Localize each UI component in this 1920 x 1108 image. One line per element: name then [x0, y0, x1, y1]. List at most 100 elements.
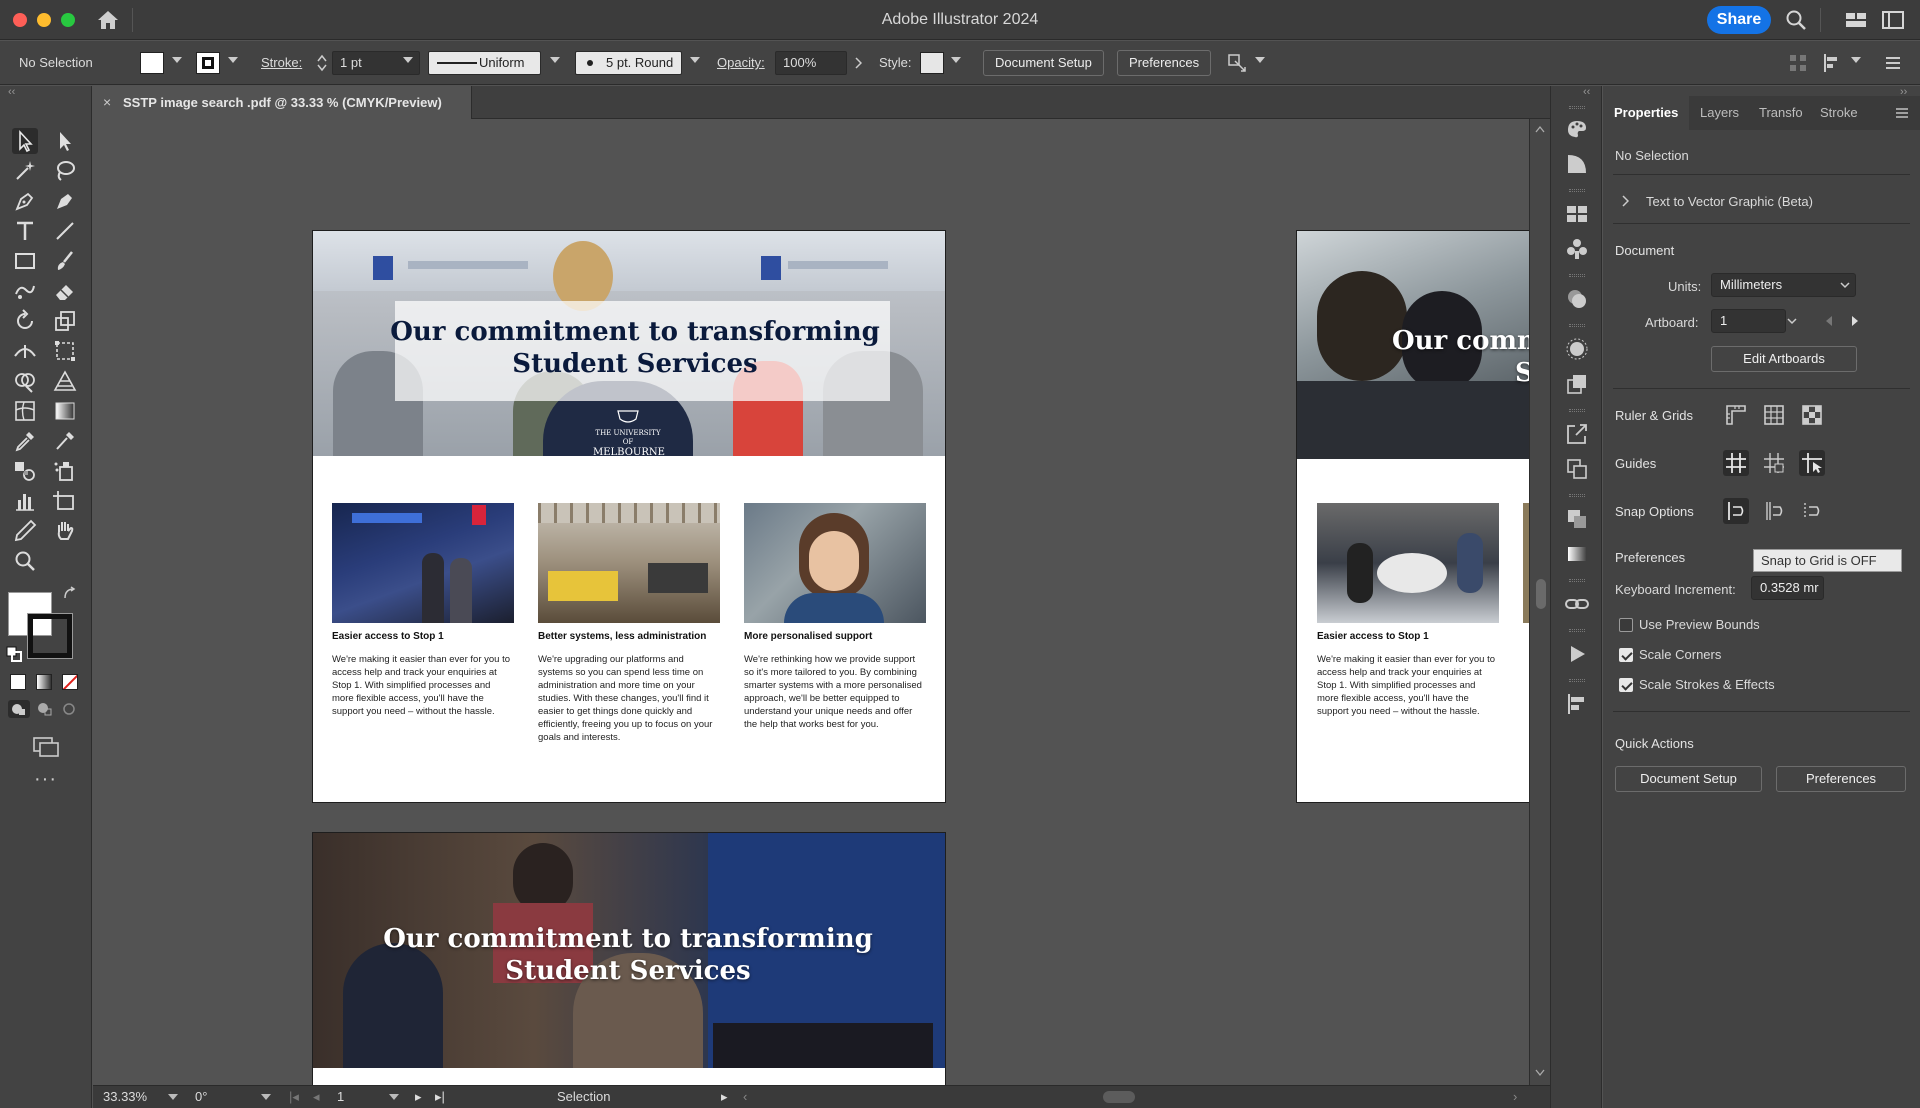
- menu-list-icon[interactable]: [1884, 54, 1902, 72]
- stroke-weight-input[interactable]: 1 pt: [332, 51, 420, 75]
- text-to-vector-section[interactable]: Text to Vector Graphic (Beta): [1646, 194, 1813, 209]
- chevron-down-icon[interactable]: [389, 1094, 399, 1100]
- hand-tool-icon[interactable]: [52, 518, 78, 544]
- artboard-number[interactable]: 1: [337, 1086, 344, 1108]
- default-colors-icon[interactable]: [6, 646, 22, 662]
- chevron-down-icon[interactable]: [228, 57, 238, 63]
- tab-transform[interactable]: Transfo: [1759, 96, 1803, 130]
- chevron-down-icon[interactable]: [172, 57, 182, 63]
- gradient-tool-icon[interactable]: [52, 398, 78, 424]
- scrollbar-thumb[interactable]: [1536, 579, 1546, 609]
- grip-icon[interactable]: [1569, 189, 1585, 192]
- close-window-button[interactable]: [13, 13, 27, 27]
- use-preview-bounds-checkbox[interactable]: [1619, 618, 1633, 632]
- minimize-window-button[interactable]: [37, 13, 51, 27]
- grip-icon[interactable]: [1569, 629, 1585, 632]
- shape-builder-tool-icon[interactable]: [12, 368, 38, 394]
- chevron-down-icon[interactable]: [261, 1094, 271, 1100]
- chevron-right-icon[interactable]: [854, 57, 862, 69]
- stroke-label[interactable]: Stroke:: [261, 41, 302, 85]
- chevron-down-icon[interactable]: [1840, 282, 1850, 289]
- width-tool-icon[interactable]: [12, 338, 38, 364]
- selection-tool-icon[interactable]: [12, 128, 38, 154]
- blend-tool-icon[interactable]: [12, 458, 38, 484]
- align-panel-icon[interactable]: [1564, 691, 1590, 717]
- zoom-tool-icon[interactable]: [12, 548, 38, 574]
- color-guide-icon[interactable]: [1564, 151, 1590, 177]
- curvature-tool-icon[interactable]: [52, 188, 78, 214]
- magic-wand-tool-icon[interactable]: [12, 158, 38, 184]
- home-icon[interactable]: [97, 10, 119, 30]
- grip-icon[interactable]: [1569, 679, 1585, 682]
- preferences-button[interactable]: Preferences: [1117, 50, 1212, 76]
- stepper-icon[interactable]: [316, 53, 328, 73]
- gradient-mode-icon[interactable]: [36, 674, 52, 690]
- graphic-styles-icon[interactable]: [1564, 371, 1590, 397]
- rectangle-tool-icon[interactable]: [12, 248, 38, 274]
- scale-strokes-effects-label[interactable]: Scale Strokes & Effects: [1639, 677, 1775, 692]
- use-preview-bounds-label[interactable]: Use Preview Bounds: [1639, 617, 1760, 632]
- grip-icon[interactable]: [1569, 409, 1585, 412]
- tab-layers[interactable]: Layers: [1700, 96, 1739, 130]
- snap-to-point-icon[interactable]: [1723, 498, 1749, 524]
- chevron-down-icon[interactable]: [1255, 57, 1265, 63]
- status-menu-icon[interactable]: ▸: [721, 1086, 728, 1108]
- prev-artboard-icon[interactable]: [1825, 316, 1833, 326]
- keyboard-increment-input[interactable]: 0.3528 mr: [1751, 576, 1824, 600]
- align-icon[interactable]: [1822, 53, 1842, 73]
- opacity-label[interactable]: Opacity:: [717, 41, 765, 85]
- column-graph-tool-icon[interactable]: [12, 488, 38, 514]
- chevron-down-icon[interactable]: [1787, 318, 1797, 325]
- swatches-icon[interactable]: [1564, 201, 1590, 227]
- draw-behind-icon[interactable]: [34, 700, 56, 718]
- rotation-value[interactable]: 0°: [195, 1086, 207, 1108]
- grip-icon[interactable]: [1569, 324, 1585, 327]
- zoom-level[interactable]: 33.33%: [103, 1086, 147, 1108]
- arrange-icon[interactable]: [1226, 52, 1248, 74]
- rotate-tool-icon[interactable]: [12, 308, 38, 334]
- chevron-down-icon[interactable]: [403, 57, 413, 63]
- chevron-down-icon[interactable]: [690, 57, 700, 63]
- artboard-2[interactable]: Our comm St Easier access to Stop 1 We'r…: [1297, 231, 1529, 802]
- document-tab[interactable]: × SSTP image search .pdf @ 33.33 % (CMYK…: [93, 86, 472, 119]
- export-icon[interactable]: [1564, 421, 1590, 447]
- tab-properties[interactable]: Properties: [1603, 96, 1689, 130]
- gradient-icon[interactable]: [1564, 541, 1590, 567]
- scroll-left-icon[interactable]: ‹: [743, 1086, 747, 1108]
- free-transform-tool-icon[interactable]: [52, 338, 78, 364]
- artboard-3[interactable]: Our commitment to transforming Student S…: [313, 833, 945, 1085]
- more-tools-icon[interactable]: ···: [34, 769, 57, 789]
- chevron-down-icon[interactable]: [550, 57, 560, 63]
- chevron-down-icon[interactable]: [1851, 57, 1861, 63]
- close-tab-icon[interactable]: ×: [103, 86, 111, 119]
- lasso-tool-icon[interactable]: [52, 158, 78, 184]
- lock-guides-icon[interactable]: [1761, 450, 1787, 476]
- next-artboard-icon[interactable]: [1851, 316, 1859, 326]
- brush-dropdown[interactable]: 5 pt. Round: [575, 51, 682, 75]
- direct-selection-tool-icon[interactable]: [52, 128, 78, 154]
- grid-icon[interactable]: [1761, 402, 1787, 428]
- pen-tool-icon[interactable]: [12, 188, 38, 214]
- horizontal-scrollbar-thumb[interactable]: [1103, 1091, 1135, 1103]
- none-mode-icon[interactable]: [62, 674, 78, 690]
- vertical-scrollbar[interactable]: [1529, 119, 1550, 1085]
- grip-icon[interactable]: [1569, 274, 1585, 277]
- workspace-switcher-icon[interactable]: [1845, 9, 1867, 31]
- scale-strokes-effects-checkbox[interactable]: [1619, 678, 1633, 692]
- chevron-down-icon[interactable]: [168, 1094, 178, 1100]
- perspective-grid-tool-icon[interactable]: [52, 368, 78, 394]
- panel-menu-icon[interactable]: [1895, 107, 1909, 119]
- stroke-swatch[interactable]: [196, 52, 220, 74]
- grip-icon[interactable]: [1569, 579, 1585, 582]
- scroll-down-icon[interactable]: [1535, 1069, 1545, 1077]
- swap-colors-icon[interactable]: [62, 586, 78, 602]
- smart-guides-icon[interactable]: [1799, 450, 1825, 476]
- pathfinder-icon[interactable]: [1564, 506, 1590, 532]
- symbol-sprayer-tool-icon[interactable]: [52, 458, 78, 484]
- eraser-tool-icon[interactable]: [52, 278, 78, 304]
- type-tool-icon[interactable]: [12, 218, 38, 244]
- panels-icon[interactable]: [1882, 9, 1904, 31]
- scroll-right-icon[interactable]: ›: [1513, 1086, 1517, 1108]
- quick-preferences-button[interactable]: Preferences: [1776, 766, 1906, 792]
- appearance-icon[interactable]: [1564, 286, 1590, 312]
